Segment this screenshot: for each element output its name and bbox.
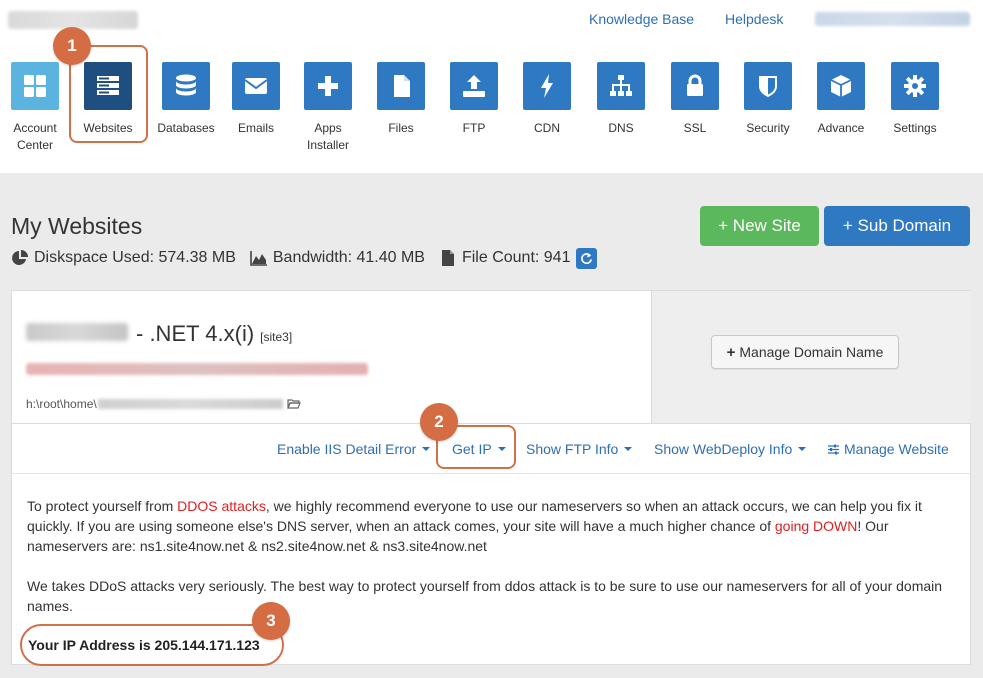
divider <box>12 423 970 424</box>
top-header: Knowledge Base Helpdesk Account Center W… <box>0 0 983 173</box>
nav-dns[interactable]: DNS <box>586 62 656 137</box>
nav-label: Settings <box>893 121 937 135</box>
nav-advance[interactable]: Advance <box>806 62 876 137</box>
cube-icon <box>817 62 865 110</box>
manage-website-label: Manage Website <box>844 441 949 457</box>
nav-label: Security <box>746 121 790 135</box>
bandwidth-stat: Bandwidth: 41.40 MB <box>250 249 425 267</box>
nav-label: FTP <box>462 121 486 135</box>
bandwidth-text: Bandwidth: 41.40 MB <box>272 249 425 266</box>
nav-ssl[interactable]: SSL <box>660 62 730 137</box>
manage-website-link[interactable]: Manage Website <box>827 441 949 457</box>
refresh-button[interactable] <box>576 247 598 269</box>
plus-icon: + <box>726 343 736 361</box>
manage-domain-button[interactable]: + Manage Domain Name <box>711 335 899 369</box>
nav-emails[interactable]: Emails <box>221 62 291 137</box>
site-path-prefix: h:\root\home\ <box>26 397 97 411</box>
site-path-redacted <box>97 399 283 409</box>
caret-down-icon <box>624 447 633 451</box>
show-ftp-info-dropdown[interactable]: Show FTP Info <box>526 441 633 457</box>
caret-down-icon <box>422 447 431 451</box>
show-webdeploy-info-label: Show WebDeploy Info <box>654 441 793 457</box>
divider <box>12 473 970 474</box>
site-name-redacted <box>26 323 128 341</box>
sliders-icon <box>828 444 839 454</box>
caret-down-icon <box>798 447 807 451</box>
notice-text: To protect yourself from <box>27 498 178 514</box>
shield-icon <box>744 62 792 110</box>
nav-label: Apps Installer <box>306 121 350 152</box>
nav-files[interactable]: Files <box>366 62 436 137</box>
diskspace-text: Diskspace Used: 574.38 MB <box>34 249 236 266</box>
step-badge-3: 3 <box>252 602 290 640</box>
gear-icon <box>891 62 939 110</box>
step-badge-1: 1 <box>53 27 91 65</box>
ddos-notice: To protect yourself from DDOS attacks, w… <box>27 496 957 636</box>
database-icon <box>162 62 210 110</box>
site-title: - .NET 4.x(i) [site3] <box>26 321 292 347</box>
pie-chart-icon <box>12 250 28 265</box>
nav-ftp[interactable]: FTP <box>439 62 509 137</box>
show-webdeploy-info-dropdown[interactable]: Show WebDeploy Info <box>654 441 807 457</box>
grid-icon <box>11 62 59 110</box>
nav-label: CDN <box>534 121 560 135</box>
page-title: My Websites <box>11 213 143 239</box>
notice-paragraph-2: We takes DDoS attacks very seriously. Th… <box>27 578 943 614</box>
nav-label: Account Center <box>13 121 57 152</box>
nav-label: Emails <box>237 121 274 135</box>
knowledge-base-link[interactable]: Knowledge Base <box>589 11 694 27</box>
area-chart-icon <box>250 251 267 266</box>
upload-icon <box>450 62 498 110</box>
step-badge-2: 2 <box>420 403 458 441</box>
show-ftp-info-label: Show FTP Info <box>526 441 619 457</box>
ip-address-text: Your IP Address is 205.144.171.123 <box>28 637 260 653</box>
file-count-text: File Count: 941 <box>461 249 571 266</box>
bolt-icon <box>523 62 571 110</box>
nav-security[interactable]: Security <box>733 62 803 137</box>
envelope-icon <box>232 62 280 110</box>
nav-apps-installer[interactable]: Apps Installer <box>293 62 363 154</box>
site-framework: - .NET 4.x(i) <box>136 321 255 346</box>
site-tag: [site3] <box>260 330 293 344</box>
nav-label: SSL <box>683 121 707 135</box>
refresh-icon <box>581 252 593 264</box>
notice-paragraph-1: To protect yourself from DDOS attacks, w… <box>27 496 957 556</box>
lock-icon <box>671 62 719 110</box>
site-bindings-redacted[interactable] <box>26 363 368 375</box>
nav-account-center[interactable]: Account Center <box>0 62 70 154</box>
nav-label: Advance <box>817 121 865 135</box>
site-path: h:\root\home\ <box>26 397 301 411</box>
going-down-text: going DOWN <box>774 518 858 534</box>
nav-databases[interactable]: Databases <box>151 62 221 137</box>
sitemap-icon <box>597 62 645 110</box>
file-icon <box>441 250 454 266</box>
user-account-menu[interactable] <box>815 12 970 26</box>
nav-cdn[interactable]: CDN <box>512 62 582 137</box>
helpdesk-link[interactable]: Helpdesk <box>725 11 783 27</box>
site-panel: - .NET 4.x(i) [site3] h:\root\home\ + Ma… <box>11 290 971 666</box>
new-site-button[interactable]: + New Site <box>700 206 819 246</box>
nav-label: Files <box>388 121 414 135</box>
usage-stats: Diskspace Used: 574.38 MB Bandwidth: 41.… <box>11 247 611 269</box>
manage-domain-label: Manage Domain Name <box>739 344 884 360</box>
sub-domain-button[interactable]: + Sub Domain <box>824 206 970 246</box>
folder-open-icon[interactable] <box>286 398 301 410</box>
plus-icon <box>304 62 352 110</box>
file-icon <box>377 62 425 110</box>
iis-detail-error-dropdown[interactable]: Enable IIS Detail Error <box>277 441 431 457</box>
domain-panel: + Manage Domain Name <box>651 291 971 423</box>
nav-settings[interactable]: Settings <box>880 62 950 137</box>
diskspace-stat: Diskspace Used: 574.38 MB <box>11 249 236 267</box>
nav-label: DNS <box>608 121 634 135</box>
file-count-stat: File Count: 941 <box>439 247 598 269</box>
nav-label: Databases <box>157 121 215 135</box>
ddos-attacks-text: DDOS attacks <box>177 498 266 514</box>
iis-detail-error-label: Enable IIS Detail Error <box>277 441 417 457</box>
